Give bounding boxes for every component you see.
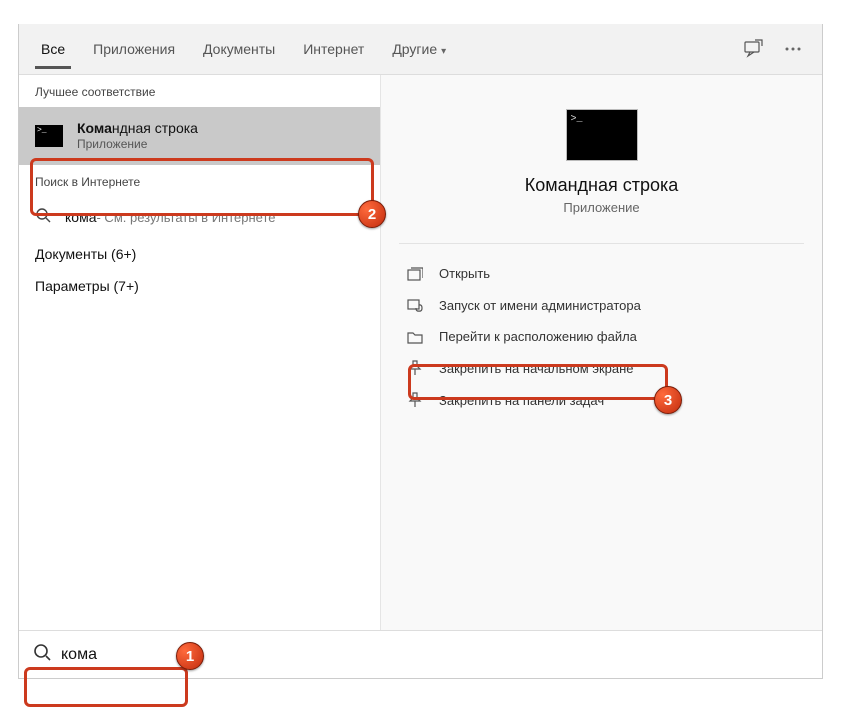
tab-all[interactable]: Все <box>27 29 79 69</box>
search-input[interactable] <box>61 646 808 664</box>
action-pin-taskbar[interactable]: Закрепить на панели задач <box>399 384 804 416</box>
web-query: кома <box>65 209 96 225</box>
web-search-result[interactable]: кома - См. результаты в Интернете › <box>19 197 380 238</box>
best-match-header: Лучшее соответствие <box>19 75 380 107</box>
annotation-badge-3: 3 <box>654 386 682 414</box>
admin-icon <box>405 297 425 313</box>
cmd-preview-icon <box>566 109 638 161</box>
results-list: Лучшее соответствие Командная строка При… <box>19 75 381 630</box>
tab-internet[interactable]: Интернет <box>289 29 378 69</box>
annotation-badge-2: 2 <box>358 200 386 228</box>
cmd-icon <box>35 125 63 147</box>
open-icon <box>405 267 425 281</box>
preview-subtitle: Приложение <box>381 200 822 215</box>
tab-other[interactable]: Другие▾ <box>378 29 460 69</box>
tab-apps[interactable]: Приложения <box>79 29 189 69</box>
actions-list: Открыть Запуск от имени администратора П… <box>399 243 804 416</box>
settings-category[interactable]: Параметры (7+) <box>19 270 380 302</box>
action-pin-start[interactable]: Закрепить на начальном экране <box>399 352 804 384</box>
result-subtitle: Приложение <box>77 137 198 153</box>
annotation-badge-1: 1 <box>176 642 204 670</box>
pin-start-icon <box>405 360 425 376</box>
feedback-icon[interactable] <box>742 39 764 59</box>
web-search-header: Поиск в Интернете <box>19 165 380 197</box>
documents-category[interactable]: Документы (6+) <box>19 238 380 270</box>
action-run-as-admin[interactable]: Запуск от имени администратора <box>399 289 804 321</box>
tab-docs[interactable]: Документы <box>189 29 289 69</box>
pin-taskbar-icon <box>405 392 425 408</box>
folder-icon <box>405 330 425 344</box>
action-open-location[interactable]: Перейти к расположению файла <box>399 321 804 352</box>
best-match-result[interactable]: Командная строка Приложение <box>19 107 380 165</box>
action-open[interactable]: Открыть <box>399 258 804 289</box>
more-icon[interactable] <box>784 46 802 52</box>
search-icon <box>33 643 51 666</box>
preview-title: Командная строка <box>381 175 822 196</box>
search-bar <box>19 630 822 678</box>
chevron-down-icon: ▾ <box>441 46 446 57</box>
preview-panel: Командная строка Приложение Открыть Запу… <box>381 75 822 630</box>
search-window: Все Приложения Документы Интернет Другие… <box>18 24 823 679</box>
result-title: Командная строка <box>77 119 198 137</box>
web-suffix: - См. результаты в Интернете <box>96 210 275 225</box>
search-icon <box>35 207 51 228</box>
filter-tabs: Все Приложения Документы Интернет Другие… <box>19 24 822 74</box>
